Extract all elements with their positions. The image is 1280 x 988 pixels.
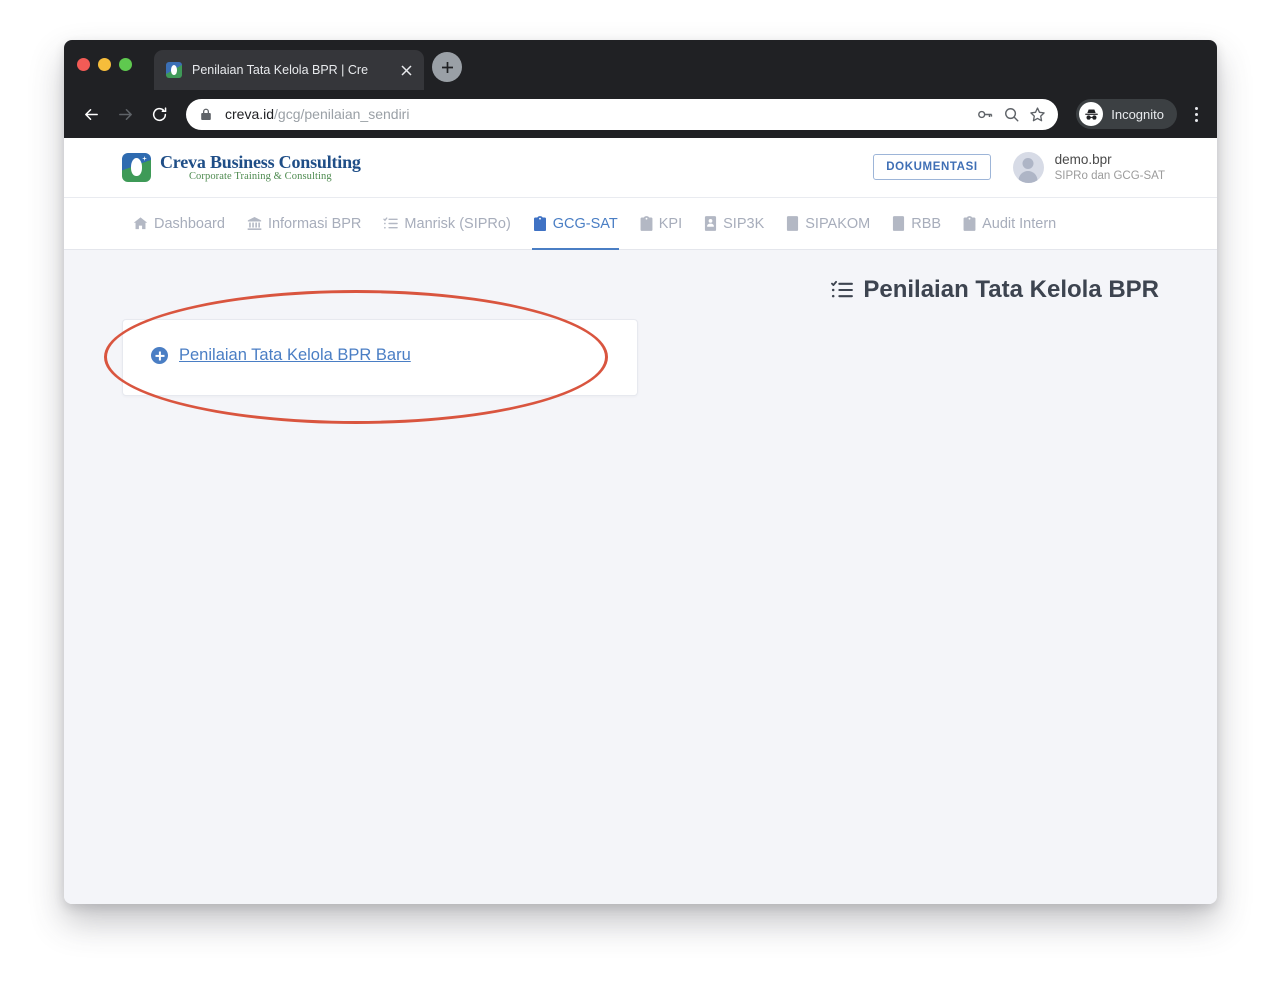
browser-tab[interactable]: Penilaian Tata Kelola BPR | Cre <box>154 50 424 90</box>
back-button[interactable] <box>76 99 106 129</box>
page-content: Penilaian Tata Kelola BPR Penilaian Tata… <box>64 250 1217 424</box>
nav-item-sip3k[interactable]: SIP3K <box>693 198 775 249</box>
tasks-list-icon <box>831 279 854 301</box>
window-minimize-button[interactable] <box>98 58 111 71</box>
new-assessment-label: Penilaian Tata Kelola BPR Baru <box>179 346 411 364</box>
nav-item-manrisk[interactable]: Manrisk (SIPRo) <box>372 198 521 249</box>
nav-item-audit-intern[interactable]: Audit Intern <box>952 198 1067 249</box>
window-maximize-button[interactable] <box>119 58 132 71</box>
nav-label: KPI <box>658 215 683 232</box>
close-icon[interactable] <box>396 60 416 80</box>
avatar <box>1012 151 1044 183</box>
nav-item-gcg-sat[interactable]: GCG-SAT <box>522 198 629 250</box>
window-traffic-lights <box>77 58 132 71</box>
nav-label: SIPAKOM <box>805 215 871 232</box>
star-icon[interactable] <box>1024 101 1050 127</box>
nav-item-rbb[interactable]: RBB <box>881 198 952 249</box>
web-page: Creva Business Consulting Corporate Trai… <box>64 138 1217 904</box>
home-icon <box>133 216 148 231</box>
dokumentasi-button[interactable]: DOKUMENTASI <box>873 154 991 181</box>
window-close-button[interactable] <box>77 58 90 71</box>
main-navigation: Dashboard Informasi BPR Manrisk (SIPRo) … <box>64 197 1217 250</box>
nav-label: Informasi BPR <box>267 215 362 232</box>
page-title-text: Penilaian Tata Kelola BPR <box>863 276 1159 303</box>
new-assessment-wrapper: Penilaian Tata Kelola BPR Baru <box>104 290 638 424</box>
browser-window: Penilaian Tata Kelola BPR | Cre creva.id… <box>64 40 1217 904</box>
magnifier-icon[interactable] <box>998 101 1024 127</box>
plus-circle-icon <box>151 347 168 364</box>
incognito-profile-chip[interactable]: Incognito <box>1076 99 1177 129</box>
incognito-icon <box>1079 102 1104 126</box>
nav-label: GCG-SAT <box>552 215 618 232</box>
brand-name: Creva Business Consulting <box>160 151 361 172</box>
nav-label: RBB <box>911 215 942 232</box>
book-user-icon <box>704 216 717 231</box>
user-subtitle: SIPRo dan GCG-SAT <box>1054 169 1165 182</box>
clipboard-check-icon <box>963 216 976 231</box>
nav-label: Audit Intern <box>982 215 1057 232</box>
url-path: /gcg/penilaian_sendiri <box>274 106 410 122</box>
nav-label: Dashboard <box>154 215 225 232</box>
reload-button[interactable] <box>144 99 174 129</box>
new-tab-button[interactable] <box>432 52 462 82</box>
nav-item-kpi[interactable]: KPI <box>629 198 693 249</box>
key-icon[interactable] <box>972 101 998 127</box>
site-header: Creva Business Consulting Corporate Trai… <box>64 138 1217 197</box>
creva-favicon-icon <box>166 62 182 78</box>
forward-button[interactable] <box>110 99 140 129</box>
bank-icon <box>247 216 262 231</box>
three-dot-menu-icon[interactable] <box>1185 99 1207 129</box>
brand-text: Creva Business Consulting Corporate Trai… <box>160 151 361 183</box>
nav-item-sipakom[interactable]: SIPAKOM <box>775 198 881 249</box>
nav-label: SIP3K <box>723 215 765 232</box>
page-title-row: Penilaian Tata Kelola BPR <box>122 276 1159 304</box>
url-domain: creva.id <box>225 106 275 122</box>
book-icon <box>786 216 799 231</box>
brand-logo[interactable]: Creva Business Consulting Corporate Trai… <box>122 151 361 183</box>
lock-icon <box>200 108 214 121</box>
nav-label: Manrisk (SIPRo) <box>404 215 511 232</box>
nav-item-dashboard[interactable]: Dashboard <box>122 198 236 249</box>
clipboard-list-icon <box>640 216 653 231</box>
new-assessment-card: Penilaian Tata Kelola BPR Baru <box>122 319 638 396</box>
clipboard-check-icon <box>533 216 547 231</box>
address-bar[interactable]: creva.id/gcg/penilaian_sendiri <box>186 98 1059 130</box>
browser-title-bar: Penilaian Tata Kelola BPR | Cre <box>64 40 1217 90</box>
brand-tagline: Corporate Training & Consulting <box>188 171 332 183</box>
user-info: demo.bpr SIPRo dan GCG-SAT <box>1055 151 1165 185</box>
incognito-label: Incognito <box>1111 106 1164 122</box>
url-text: creva.id/gcg/penilaian_sendiri <box>225 106 972 122</box>
list-check-icon <box>383 216 399 231</box>
browser-toolbar: creva.id/gcg/penilaian_sendiri Incognito <box>64 90 1217 138</box>
new-assessment-link[interactable]: Penilaian Tata Kelola BPR Baru <box>151 346 411 365</box>
page-title: Penilaian Tata Kelola BPR <box>831 276 1159 304</box>
creva-logo-icon <box>122 153 151 182</box>
browser-tab-title: Penilaian Tata Kelola BPR | Cre <box>192 63 369 77</box>
user-name: demo.bpr <box>1054 151 1112 167</box>
user-menu[interactable]: demo.bpr SIPRo dan GCG-SAT <box>1012 151 1165 185</box>
header-right: DOKUMENTASI demo.bpr SIPRo dan GCG-SAT <box>873 151 1165 185</box>
book-icon <box>892 216 905 231</box>
nav-item-informasi-bpr[interactable]: Informasi BPR <box>236 198 372 249</box>
